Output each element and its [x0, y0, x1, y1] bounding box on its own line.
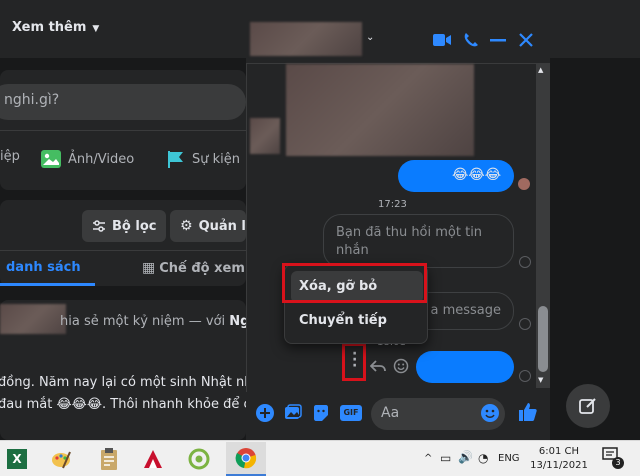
- chrome-icon[interactable]: [226, 442, 266, 476]
- read-receipt-avatar: [518, 178, 530, 190]
- photo-video-action[interactable]: Ảnh/Video: [40, 149, 134, 169]
- image-attach-icon[interactable]: [284, 404, 302, 422]
- tab-grid[interactable]: ▦ Chế độ xem lư: [142, 260, 263, 276]
- selected-message-bubble[interactable]: [416, 351, 514, 383]
- post-actions: iệp Ảnh/Video Sự kiện: [0, 140, 246, 178]
- clipboard-app-icon[interactable]: [94, 445, 124, 473]
- timestamp-1: 17:23: [378, 199, 407, 210]
- gif-button[interactable]: GIF: [340, 405, 362, 421]
- blurred-contact-avatar: [250, 118, 280, 154]
- video-call-icon[interactable]: [432, 32, 452, 48]
- right-rail: [550, 58, 640, 440]
- sent-check-icon: [519, 256, 531, 268]
- post-text: đồng. Năm nay lại có một sinh Nhật nhe đ…: [0, 372, 248, 416]
- scroll-up-icon[interactable]: ▲: [538, 66, 543, 74]
- gif-label: GIF: [343, 408, 359, 417]
- tab-list[interactable]: danh sách: [0, 252, 95, 286]
- manage-label: Quản lý: [198, 218, 246, 234]
- like-thumb-icon[interactable]: [518, 402, 538, 422]
- filters-label: Bộ lọc: [112, 218, 157, 234]
- event-label: Sự kiện: [192, 151, 241, 167]
- see-more-label: Xem thêm: [12, 20, 87, 35]
- grid-icon: ▦: [142, 260, 156, 276]
- clock-time: 6:01 CH: [538, 446, 580, 457]
- divider: [0, 250, 246, 251]
- photo-icon: [41, 150, 61, 168]
- post-input[interactable]: nghi.gì?: [0, 84, 246, 120]
- emoji-icon[interactable]: [481, 404, 499, 422]
- forward-label: Chuyển tiếp: [299, 313, 387, 328]
- post-input-placeholder: nghi.gì?: [4, 92, 60, 108]
- live-label: iệp: [0, 149, 20, 164]
- phone-icon[interactable]: [462, 31, 480, 49]
- event-action[interactable]: Sự kiện: [166, 149, 240, 169]
- windows-taskbar: X ^ ▭ 🔊 ◔ ENG 6:01 CH 13/11/2021 3: [0, 440, 640, 476]
- unsent-message-bubble: Bạn đã thu hồi một tin nhắn: [323, 214, 514, 268]
- see-more-button[interactable]: Xem thêm ▼: [12, 20, 99, 35]
- minimize-icon[interactable]: [490, 38, 506, 42]
- flag-icon: [168, 151, 183, 168]
- blurred-avatar: [0, 304, 66, 334]
- sent-check-icon: [519, 318, 531, 330]
- wifi-icon[interactable]: ◔: [478, 451, 488, 465]
- post-meta: hia sẻ một kỷ niệm — với Ngu: [60, 314, 246, 329]
- reply-icon[interactable]: [370, 359, 386, 373]
- divider: [0, 130, 246, 131]
- react-emoji-icon[interactable]: [393, 358, 409, 374]
- autocad-icon[interactable]: [138, 445, 168, 473]
- network-icon[interactable]: ▭: [440, 451, 451, 465]
- tab-list-label: danh sách: [6, 260, 81, 275]
- sent-check-icon: [519, 370, 531, 382]
- blurred-contact-name[interactable]: [250, 22, 362, 56]
- emoji-message-text: 😂😂😂: [452, 167, 502, 183]
- clock-date: 13/11/2021: [530, 460, 588, 471]
- plus-circle-icon[interactable]: [256, 404, 274, 422]
- emoji-message-bubble[interactable]: 😂😂😂: [398, 160, 514, 192]
- live-action[interactable]: iệp: [0, 149, 20, 164]
- language-indicator[interactable]: ENG: [498, 453, 520, 464]
- view-tabs: danh sách ▦ Chế độ xem lư: [0, 252, 263, 286]
- notification-badge: 3: [612, 457, 624, 469]
- excel-icon[interactable]: X: [2, 445, 32, 473]
- tray-chevron-icon[interactable]: ^: [424, 453, 432, 464]
- caret-down-icon: ▼: [92, 24, 100, 34]
- more-options-icon[interactable]: · · ·: [352, 347, 357, 373]
- compose-icon: [579, 398, 596, 414]
- coc-coc-icon[interactable]: [184, 445, 214, 473]
- new-message-button[interactable]: [566, 384, 610, 428]
- post-meta-text: hia sẻ một kỷ niệm — với: [60, 314, 230, 329]
- blurred-image-message[interactable]: [286, 64, 474, 156]
- sliders-icon: [93, 220, 105, 232]
- message-input-placeholder: Aa: [381, 405, 400, 421]
- post-line-1: đồng. Năm nay lại có một sinh Nhật nhe: [0, 375, 248, 390]
- chevron-down-icon[interactable]: ⌄: [366, 32, 374, 43]
- clock[interactable]: 6:01 CH 13/11/2021: [528, 445, 590, 473]
- chat-scrollbar-thumb[interactable]: [538, 306, 548, 372]
- gear-icon: ⚙: [180, 218, 193, 234]
- post-line-2: đau mắt 😂😂😂. Thôi nhanh khỏe để cò: [0, 397, 248, 412]
- menu-item-forward[interactable]: Chuyển tiếp: [291, 305, 423, 337]
- unsent-message-text: Bạn đã thu hồi một tin nhắn: [336, 225, 483, 258]
- close-icon[interactable]: [518, 32, 534, 48]
- paint-icon[interactable]: [46, 445, 76, 473]
- volume-icon[interactable]: 🔊: [458, 450, 473, 464]
- scroll-down-icon[interactable]: ▼: [538, 376, 543, 384]
- message-fragment: t a message: [421, 303, 501, 318]
- post-meta-name[interactable]: Ngu: [229, 314, 246, 329]
- filters-button[interactable]: Bộ lọc: [82, 210, 167, 242]
- sticker-icon[interactable]: [312, 404, 330, 422]
- manage-button[interactable]: ⚙ Quản lý: [170, 210, 246, 242]
- photo-video-label: Ảnh/Video: [68, 151, 135, 167]
- remove-highlight: [282, 263, 427, 303]
